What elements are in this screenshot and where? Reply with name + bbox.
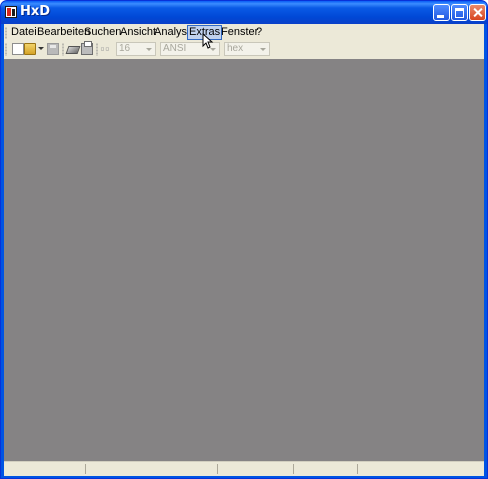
charset-value: ANSI: [163, 43, 187, 54]
status-panel-4: [294, 464, 358, 474]
hxd-app-icon[interactable]: [5, 6, 17, 18]
status-panel-3: [218, 464, 294, 474]
bytes-per-row-icon: ▫▫: [100, 44, 110, 53]
hxd-window: HxD Datei Bearbeiten Suchen Ansicht Anal…: [0, 0, 488, 479]
menu-help[interactable]: ?: [256, 26, 262, 39]
mouse-cursor-icon: [202, 33, 214, 49]
menu-fenster[interactable]: Fenster: [221, 26, 258, 39]
title-bar[interactable]: HxD: [1, 1, 487, 24]
bytes-per-row-value: 16: [119, 43, 131, 54]
open-folder-icon[interactable]: [24, 43, 36, 55]
chevron-down-icon[interactable]: [144, 44, 154, 54]
maximize-button[interactable]: [451, 4, 468, 21]
bytes-per-row-select[interactable]: 16: [116, 42, 156, 56]
mdi-workspace[interactable]: [4, 59, 484, 461]
client-area: Datei Bearbeiten Suchen Ansicht Analyse …: [4, 24, 484, 476]
status-bar: [4, 461, 484, 476]
print-icon[interactable]: [81, 41, 93, 55]
menu-ansicht[interactable]: Ansicht: [120, 26, 156, 39]
status-panel-5: [358, 464, 484, 474]
menubar-grip-icon[interactable]: [5, 27, 7, 39]
window-title: HxD: [20, 4, 51, 19]
save-icon[interactable]: [47, 43, 59, 55]
new-file-icon[interactable]: [12, 43, 24, 55]
menu-bar: Datei Bearbeiten Suchen Ansicht Analyse …: [4, 24, 484, 41]
toolbar: ▫▫ 16 ANSI hex: [4, 41, 484, 58]
toolbar-grip-icon[interactable]: [96, 43, 98, 56]
menu-suchen[interactable]: Suchen: [84, 26, 121, 39]
toolbar-separator: [62, 43, 64, 56]
menu-bearbeiten[interactable]: Bearbeiten: [37, 26, 90, 39]
close-button[interactable]: [469, 4, 486, 21]
offset-base-select[interactable]: hex: [224, 42, 270, 56]
chevron-down-icon[interactable]: [38, 47, 44, 52]
toolbar-grip-icon[interactable]: [5, 43, 7, 56]
chevron-down-icon[interactable]: [258, 44, 268, 54]
offset-base-value: hex: [227, 43, 244, 54]
menu-datei[interactable]: Datei: [11, 26, 37, 39]
status-panel-1: [4, 464, 86, 474]
status-panel-2: [86, 464, 218, 474]
erase-icon[interactable]: [65, 46, 81, 54]
minimize-button[interactable]: [433, 4, 450, 21]
